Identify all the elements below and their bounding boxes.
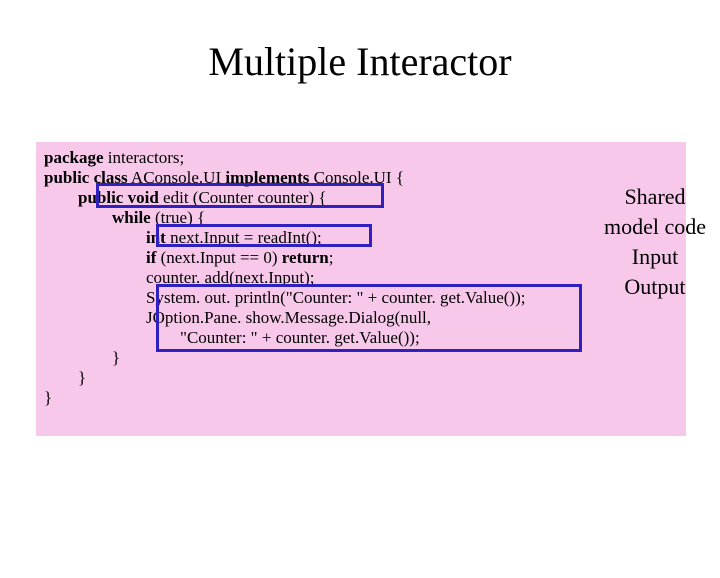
label-shared-2: model code: [604, 214, 706, 240]
kw-while: while: [112, 208, 151, 227]
code-text: ;: [329, 248, 334, 267]
highlight-box-edit-signature: [96, 183, 384, 208]
label-shared-1: Shared: [604, 184, 706, 210]
code-text: }: [78, 368, 86, 387]
highlight-box-readint: [156, 224, 372, 247]
label-column: Shared model code Input Output: [604, 184, 706, 304]
label-output: Output: [604, 274, 706, 300]
code-text: }: [44, 388, 52, 407]
kw-package: package: [44, 148, 104, 167]
label-input: Input: [604, 244, 706, 270]
slide-title: Multiple Interactor: [0, 38, 720, 85]
kw-if: if: [146, 248, 156, 267]
code-text: interactors;: [104, 148, 185, 167]
highlight-box-output-block: [156, 284, 582, 352]
code-text: (next.Input == 0): [156, 248, 281, 267]
kw-return: return: [282, 248, 329, 267]
